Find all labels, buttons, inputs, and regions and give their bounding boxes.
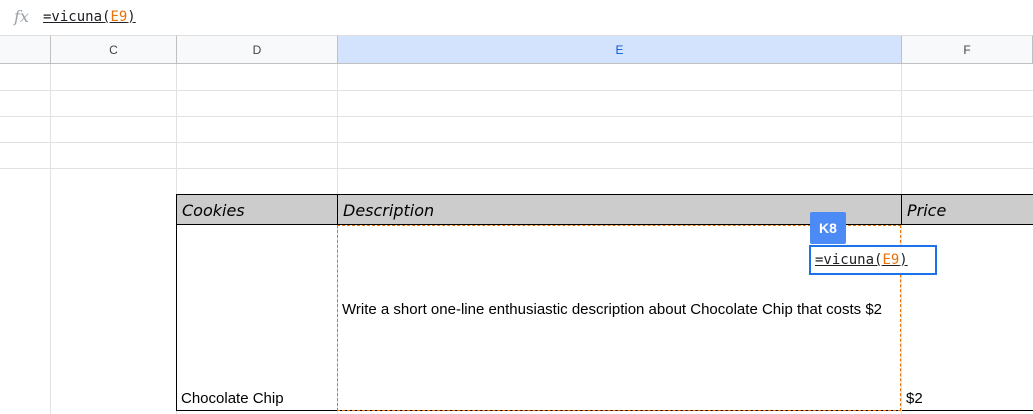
formula-bar[interactable]: fx =vicuna(E9) [0, 0, 1033, 35]
row-divider [0, 168, 1033, 169]
column-header-b[interactable] [0, 35, 51, 64]
column-header-c[interactable]: C [51, 35, 177, 64]
row-divider [0, 142, 1033, 143]
header-cookies[interactable]: Cookies [177, 194, 337, 225]
cell-cookie-name[interactable]: Chocolate Chip [181, 390, 284, 407]
column-header-f[interactable]: F [902, 35, 1033, 64]
table-border [176, 194, 177, 411]
column-header-e[interactable]: E [338, 35, 902, 64]
row-divider [0, 116, 1033, 117]
cell-reference-badge: K8 [810, 212, 846, 244]
column-header-d[interactable]: D [177, 35, 338, 64]
column-divider [901, 64, 902, 414]
formula-text[interactable]: =vicuna(E9) [43, 9, 136, 25]
cell-editor-input[interactable]: =vicuna(E9) [809, 245, 937, 275]
column-divider [50, 64, 51, 414]
cell-price[interactable]: $2 [906, 390, 923, 407]
row-divider [0, 90, 1033, 91]
fx-icon: fx [14, 7, 29, 26]
header-price[interactable]: Price [902, 194, 1033, 225]
